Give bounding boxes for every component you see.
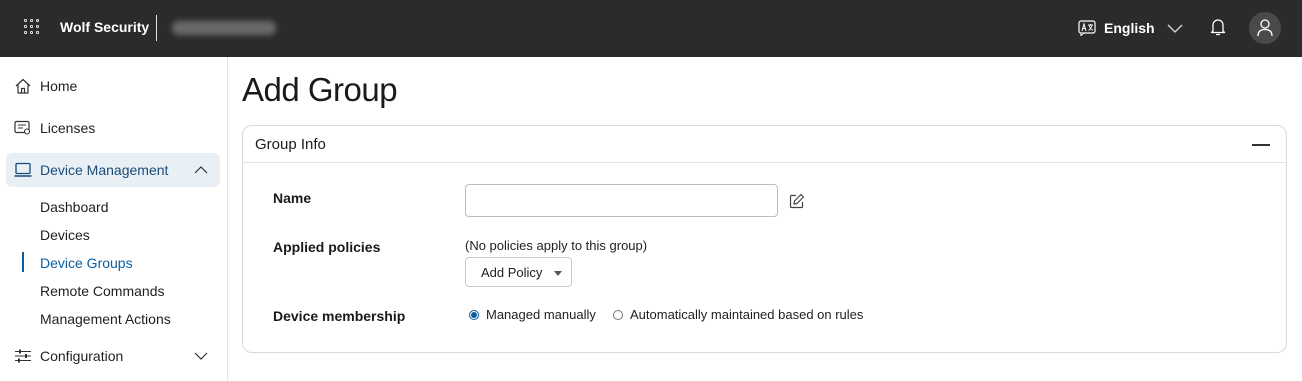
tenant-name-redacted[interactable] <box>172 21 276 35</box>
add-policy-label: Add Policy <box>481 264 543 280</box>
brand-divider <box>156 15 157 41</box>
edit-icon[interactable] <box>789 193 805 209</box>
sidebar-subitem-management-actions[interactable]: Management Actions <box>40 311 171 327</box>
top-bar: Wolf Security English <box>0 0 1302 57</box>
caret-down-icon <box>554 271 562 276</box>
sidebar-subitem-dashboard[interactable]: Dashboard <box>40 199 109 215</box>
radio-managed-manually[interactable] <box>469 310 479 320</box>
chevron-down-icon[interactable] <box>1166 19 1184 37</box>
page-title: Add Group <box>242 71 398 108</box>
chevron-down-icon[interactable] <box>193 349 209 363</box>
sidebar-subitem-device-groups[interactable]: Device Groups <box>40 255 133 271</box>
bell-icon[interactable] <box>1209 17 1227 37</box>
sidebar-item-device-management[interactable]: Device Management <box>6 153 220 187</box>
name-input[interactable] <box>465 184 778 217</box>
translate-icon[interactable] <box>1078 20 1096 36</box>
applied-policies-label: Applied policies <box>273 239 381 255</box>
sidebar-item-label: Configuration <box>40 348 124 364</box>
radio-label-managed-manually[interactable]: Managed manually <box>486 307 596 322</box>
laptop-icon <box>14 162 32 177</box>
active-indicator <box>22 252 24 272</box>
sidebar-item-licenses[interactable]: Licenses <box>6 111 220 145</box>
license-icon <box>14 120 31 135</box>
add-policy-button[interactable]: Add Policy <box>465 257 572 287</box>
sidebar-item-label: Device Management <box>40 162 169 178</box>
sliders-icon <box>15 349 31 363</box>
apps-grid-icon[interactable] <box>24 19 40 37</box>
no-policies-text: (No policies apply to this group) <box>465 238 648 253</box>
sidebar-item-label: Home <box>40 78 78 94</box>
group-info-card: Group Info Name Applied policies (No pol… <box>242 125 1287 353</box>
user-icon <box>1257 19 1273 37</box>
user-avatar[interactable] <box>1249 12 1281 44</box>
device-membership-label: Device membership <box>273 308 406 324</box>
radio-label-automatically-maintained[interactable]: Automatically maintained based on rules <box>630 307 863 322</box>
sidebar-subitem-devices[interactable]: Devices <box>40 227 90 243</box>
home-icon <box>15 78 31 94</box>
radio-automatically-maintained[interactable] <box>613 310 623 320</box>
sidebar-item-home[interactable]: Home <box>6 69 220 103</box>
brand-name[interactable]: Wolf Security <box>60 19 149 35</box>
collapse-icon[interactable] <box>1252 144 1270 146</box>
sidebar-item-label: Licenses <box>40 120 96 136</box>
card-header: Group Info <box>243 126 1286 163</box>
name-label: Name <box>273 190 312 206</box>
sidebar-item-configuration[interactable]: Configuration <box>6 339 220 373</box>
sidebar-subitem-remote-commands[interactable]: Remote Commands <box>40 283 165 299</box>
card-title: Group Info <box>255 136 326 153</box>
sidebar: Home Licenses Device Management Dashboar… <box>0 57 228 381</box>
language-selector[interactable]: English <box>1104 20 1155 36</box>
chevron-up-icon[interactable] <box>193 163 209 177</box>
